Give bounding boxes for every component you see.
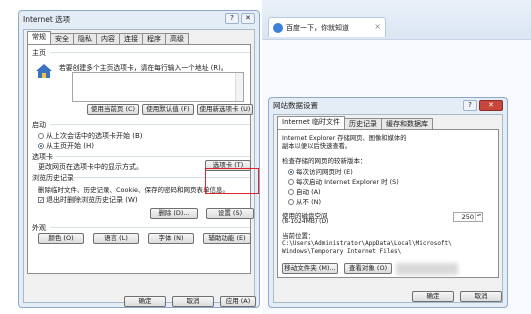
disk-space-stepper[interactable]: 250 ▴▾	[453, 212, 483, 222]
tab-connections[interactable]: 连接	[119, 33, 143, 44]
home-icon	[36, 64, 52, 78]
close-button[interactable]: ✕	[241, 13, 255, 24]
checkbox-icon[interactable]: ✓	[38, 197, 44, 204]
ie-icon	[273, 22, 283, 33]
radio-icon[interactable]	[288, 189, 294, 195]
home-header: 主页	[32, 49, 46, 57]
use-current-button[interactable]: 使用当前页 (C)	[87, 104, 139, 115]
radio-label: 从不 (N)	[296, 198, 322, 206]
radio-label: 自动 (A)	[296, 188, 321, 196]
radio-icon[interactable]	[288, 169, 294, 175]
temp-files-panel: Internet Explorer 存储网页、图像和媒体的副本以便以后快速查看。…	[277, 129, 499, 278]
help-button[interactable]: ?	[463, 100, 477, 111]
startup-option-last-session[interactable]: 从上次会话中的选项卡开始 (B)	[38, 131, 143, 141]
tab-temp-files[interactable]: Internet 临时文件	[277, 116, 346, 129]
location-path-line1: C:\Users\Administrator\AppData\Local\Mic…	[282, 240, 452, 247]
appearance-header: 外观	[32, 224, 46, 232]
spinner-arrows-icon[interactable]: ▴▾	[475, 213, 482, 221]
cancel-button[interactable]: 取消	[172, 296, 214, 307]
option-every-visit[interactable]: 每次访问网页时 (E)	[288, 166, 353, 176]
view-objects-button[interactable]: 查看对象 (O)	[344, 263, 392, 274]
help-button[interactable]: ?	[225, 13, 239, 24]
startup-header: 启动	[32, 121, 46, 129]
location-path-line2: Windows\Temporary Internet Files\	[282, 248, 402, 255]
general-panel: 主页 若要创建多个主页选项卡，请在每行输入一个地址 (R)。 使用当前页 (C)…	[27, 44, 254, 274]
option-auto[interactable]: 自动 (A)	[288, 186, 321, 196]
check-newer-label: 检查存储的网页的较新版本：	[282, 157, 367, 165]
accessibility-button[interactable]: 辅助功能 (E)	[203, 233, 251, 244]
tabs-section-header: 选项卡	[32, 153, 53, 161]
dialog-titlebar: Internet 选项 ? ✕	[19, 11, 259, 28]
dialog-title: 网站数据设置	[273, 101, 318, 110]
dialog-client: 常规 安全 隐私 内容 连接 程序 高级 主页 若要创建多个主页选项卡，请在每行…	[23, 29, 256, 307]
startup-option-home[interactable]: 从主页开始 (H)	[38, 141, 94, 151]
browser-tab-title: 百度一下，你就知道	[286, 23, 349, 32]
apply-button[interactable]: 应用 (A)	[220, 296, 256, 307]
internet-options-dialog: Internet 选项 ? ✕ 常规 安全 隐私 内容 连接 程序 高级 主页 …	[18, 10, 260, 308]
radio-icon[interactable]	[288, 199, 294, 205]
tab-advanced[interactable]: 高级	[165, 33, 189, 44]
divider	[56, 156, 250, 157]
home-url-textarea[interactable]	[72, 72, 244, 102]
radio-icon[interactable]	[288, 179, 294, 185]
blurred-region	[396, 263, 458, 275]
temp-files-intro: Internet Explorer 存储网页、图像和媒体的副本以便以后快速查看。	[282, 135, 407, 150]
checkbox-label: 退出时删除浏览历史记录 (W)	[46, 196, 138, 204]
options-tabs: 常规 安全 隐私 内容 连接 程序 高级	[27, 31, 189, 44]
cancel-button[interactable]: 取消	[460, 291, 502, 302]
option-never[interactable]: 从不 (N)	[288, 196, 321, 206]
radio-label: 每次访问网页时 (E)	[296, 168, 353, 176]
languages-button[interactable]: 语言 (L)	[93, 233, 139, 244]
scrollbar[interactable]	[235, 73, 243, 101]
browser-tabstrip: 百度一下，你就知道 ×	[262, 0, 531, 40]
home-desc: 若要创建多个主页选项卡，请在每行输入一个地址 (R)。	[59, 64, 228, 72]
history-settings-button[interactable]: 设置 (S)	[206, 208, 254, 219]
use-new-tab-button[interactable]: 使用新选项卡 (U)	[197, 104, 253, 115]
tab-privacy[interactable]: 隐私	[73, 33, 97, 44]
use-default-button[interactable]: 使用默认值 (F)	[142, 104, 194, 115]
fonts-button[interactable]: 字体 (N)	[148, 233, 194, 244]
tab-programs[interactable]: 程序	[142, 33, 166, 44]
website-data-settings-dialog: 网站数据设置 ? ✕ Internet 临时文件 历史记录 缓存和数据库 Int…	[268, 97, 508, 308]
radio-icon[interactable]	[38, 143, 44, 149]
radio-label: 从主页开始 (H)	[46, 142, 94, 150]
ok-button[interactable]: 确定	[412, 291, 454, 302]
delete-on-exit-checkbox[interactable]: ✓ 退出时删除浏览历史记录 (W)	[38, 195, 138, 205]
dialog-client: Internet 临时文件 历史记录 缓存和数据库 Internet Explo…	[273, 114, 503, 303]
tab-general[interactable]: 常规	[27, 31, 51, 44]
radio-label: 每次启动 Internet Explorer 时 (S)	[296, 178, 399, 186]
browser-tab[interactable]: 百度一下，你就知道 ×	[268, 17, 386, 37]
location-label: 当前位置：	[282, 232, 315, 240]
colors-button[interactable]: 颜色 (O)	[38, 233, 84, 244]
divider	[50, 124, 250, 125]
move-folder-button[interactable]: 移动文件夹 (M)...	[282, 263, 338, 274]
disk-space-range: (8-1024MB) (D)	[282, 218, 329, 225]
option-every-start[interactable]: 每次启动 Internet Explorer 时 (S)	[288, 176, 399, 186]
settings-tabs: Internet 临时文件 历史记录 缓存和数据库	[277, 116, 434, 129]
radio-icon[interactable]	[38, 133, 44, 139]
radio-label: 从上次会话中的选项卡开始 (B)	[46, 132, 143, 140]
close-icon[interactable]: ×	[374, 22, 381, 31]
highlight-box	[205, 168, 259, 194]
disk-space-value: 250	[461, 213, 474, 221]
tab-cache-db[interactable]: 缓存和数据库	[381, 118, 434, 129]
ok-button[interactable]: 确定	[124, 296, 166, 307]
divider	[50, 227, 250, 228]
tab-security[interactable]: 安全	[50, 33, 74, 44]
tab-history[interactable]: 历史记录	[344, 118, 383, 129]
tab-content[interactable]: 内容	[96, 33, 120, 44]
dialog-title: Internet 选项	[23, 15, 71, 24]
history-header: 浏览历史记录	[32, 174, 74, 182]
delete-history-button[interactable]: 删除 (D)...	[150, 208, 198, 219]
divider	[50, 52, 250, 53]
tabs-section-desc: 更改网页在选项卡中的显示方式。	[38, 163, 143, 171]
close-button[interactable]: ✕	[479, 100, 503, 111]
